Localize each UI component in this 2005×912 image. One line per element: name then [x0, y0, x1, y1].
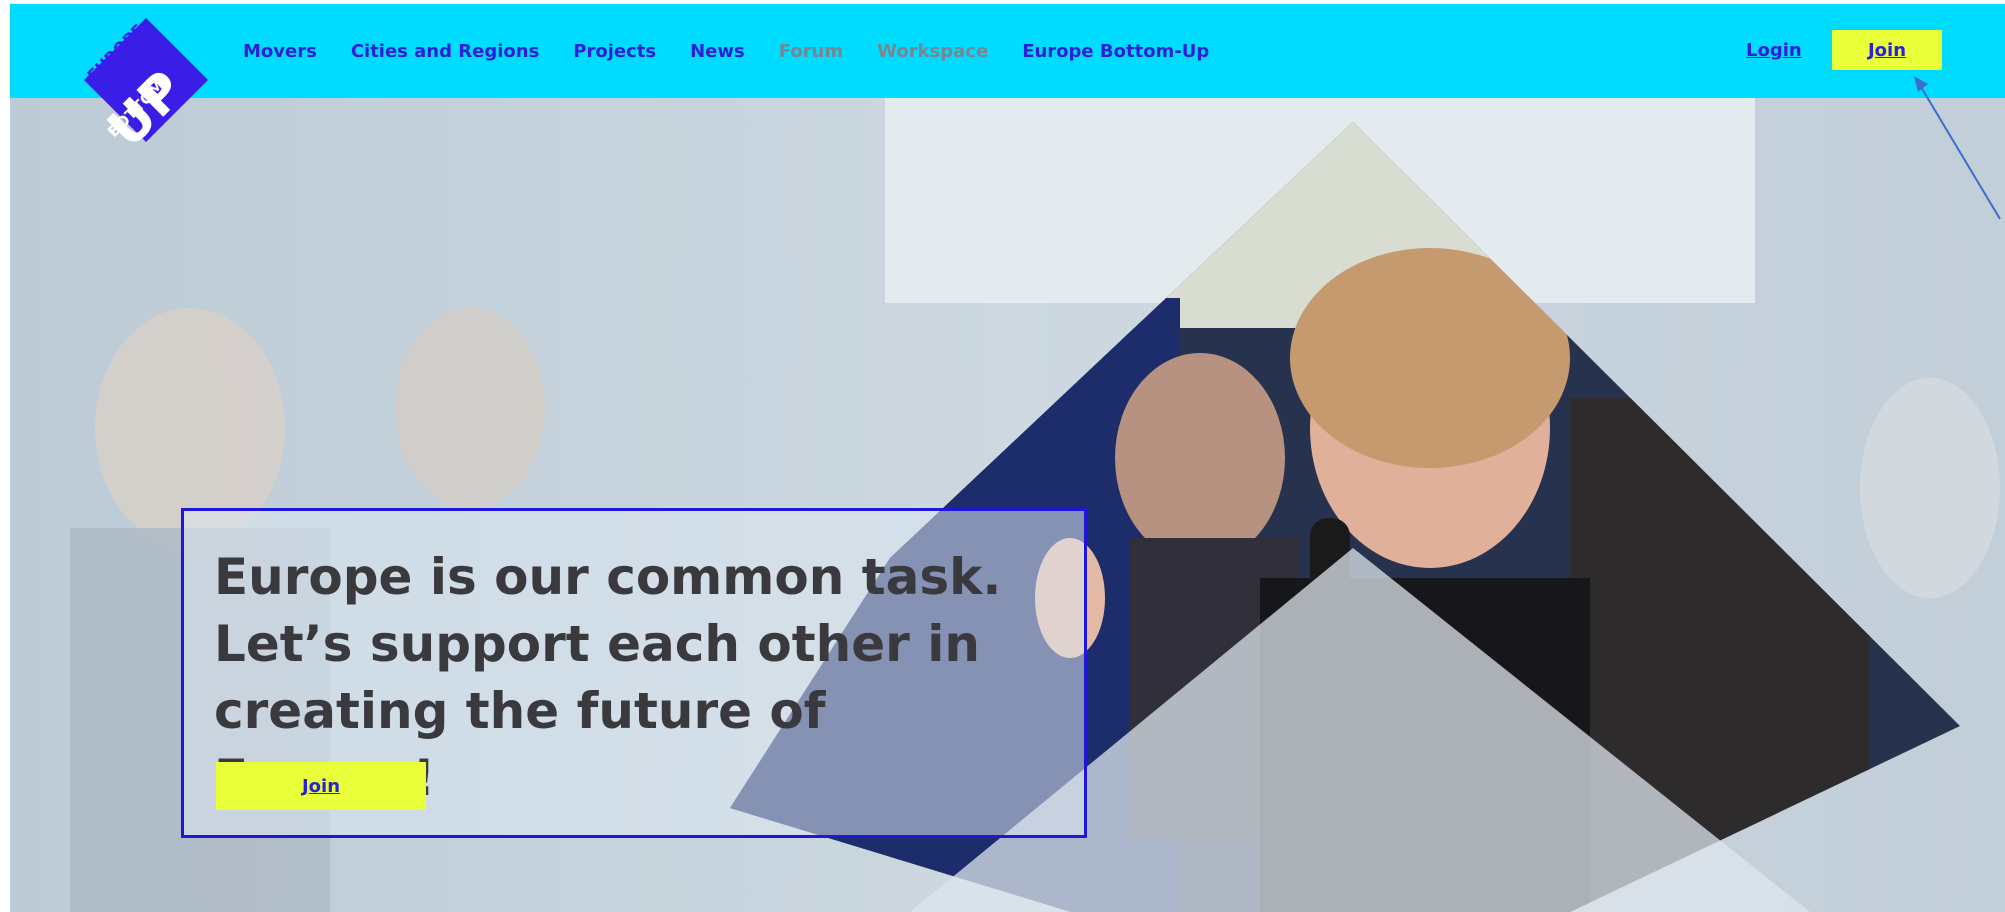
- nav-news[interactable]: News: [690, 41, 745, 62]
- main-nav: Movers Cities and Regions Projects News …: [243, 4, 1243, 98]
- nav-workspace[interactable]: Workspace: [877, 41, 988, 62]
- nav-movers[interactable]: Movers: [243, 41, 317, 62]
- page-frame: Movers Cities and Regions Projects News …: [10, 4, 2005, 912]
- login-link[interactable]: Login: [1746, 40, 1802, 61]
- nav-forum[interactable]: Forum: [779, 41, 843, 62]
- site-logo[interactable]: EUROPE BOTTOM UP: [72, 10, 222, 170]
- site-header: Movers Cities and Regions Projects News …: [10, 4, 2005, 98]
- logo-graphic: EUROPE BOTTOM UP: [83, 18, 208, 159]
- nav-europe-bottom-up[interactable]: Europe Bottom-Up: [1022, 41, 1209, 62]
- join-button-header[interactable]: Join: [1832, 30, 1942, 70]
- join-button-hero[interactable]: Join: [216, 762, 426, 810]
- annotation-arrow-icon: [1914, 76, 2001, 220]
- nav-projects[interactable]: Projects: [573, 41, 656, 62]
- nav-cities-and-regions[interactable]: Cities and Regions: [351, 41, 539, 62]
